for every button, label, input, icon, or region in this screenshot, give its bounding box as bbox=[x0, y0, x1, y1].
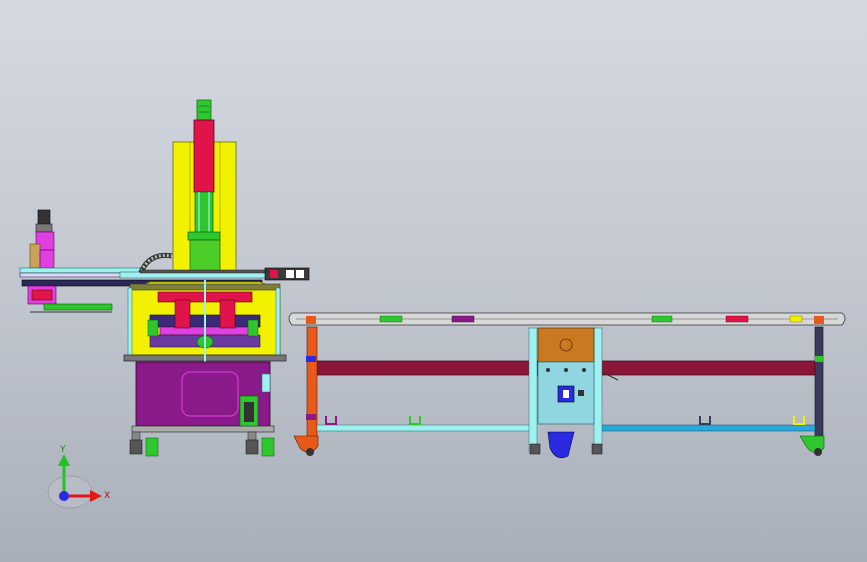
press-cabinet bbox=[129, 361, 275, 457]
cad-assembly-drawing: Y X bbox=[19, 99, 846, 509]
conveyor-assembly bbox=[288, 312, 846, 459]
coordinate-triad bbox=[47, 454, 102, 509]
cad-viewport[interactable]: Y X bbox=[0, 0, 867, 562]
y-axis-label: Y bbox=[59, 445, 66, 455]
x-axis-label: X bbox=[104, 491, 110, 501]
